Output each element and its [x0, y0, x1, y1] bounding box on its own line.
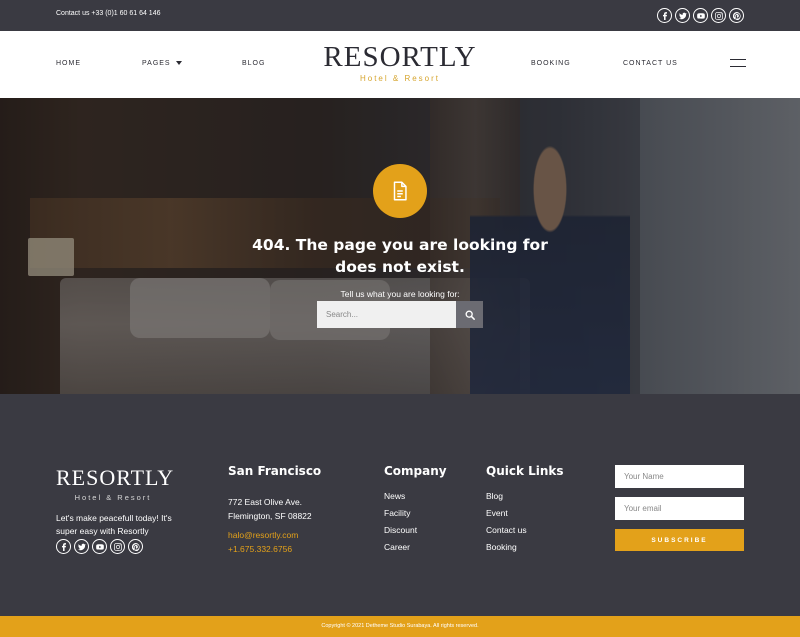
nav-blog[interactable]: BLOG	[242, 60, 265, 67]
footer: RESORTLY Hotel & Resort Let's make peace…	[0, 394, 800, 616]
footer-link-blog[interactable]: Blog	[486, 490, 527, 507]
logo-name: RESORTLY	[323, 41, 477, 73]
youtube-icon[interactable]	[693, 8, 708, 23]
top-social-links	[657, 8, 744, 23]
footer-logo-name: RESORTLY	[56, 465, 175, 490]
facebook-icon[interactable]	[657, 8, 672, 23]
footer-link-news[interactable]: News	[384, 490, 417, 507]
footer-contact: halo@resortly.com +1.675.332.6756	[228, 528, 298, 556]
footer-email-link[interactable]: halo@resortly.com	[228, 528, 298, 542]
twitter-icon[interactable]	[74, 539, 89, 554]
search-button[interactable]	[456, 301, 483, 328]
error-title-line2: does not exist.	[335, 258, 465, 276]
footer-link-booking[interactable]: Booking	[486, 541, 527, 558]
search-icon	[465, 310, 475, 320]
footer-company-links: News Facility Discount Career	[384, 490, 417, 558]
footer-logo[interactable]: RESORTLY Hotel & Resort	[56, 465, 175, 503]
error-title: 404. The page you are looking for does n…	[240, 234, 560, 278]
error-title-line1: 404. The page you are looking for	[252, 236, 548, 254]
nav-pages-label: PAGES	[142, 60, 171, 67]
subscribe-email-field[interactable]	[615, 497, 744, 520]
subscribe-button[interactable]: SUBSCRIBE	[615, 529, 744, 551]
footer-quick-links: Blog Event Contact us Booking	[486, 490, 527, 558]
youtube-icon[interactable]	[92, 539, 107, 554]
nav-booking[interactable]: BOOKING	[531, 60, 571, 67]
footer-link-contact-us[interactable]: Contact us	[486, 524, 527, 541]
footer-link-discount[interactable]: Discount	[384, 524, 417, 541]
nav-home[interactable]: HOME	[56, 60, 81, 67]
instagram-icon[interactable]	[110, 539, 125, 554]
footer-tagline: Let's make peacefull today! It's super e…	[56, 512, 196, 538]
copyright-bar: Copyright © 2021 Detheme Studio Surabaya…	[0, 616, 800, 637]
footer-address: 772 East Olive Ave. Flemington, SF 08822	[228, 495, 312, 523]
search-form	[317, 301, 483, 328]
top-bar: Contact us +33 (0)1 60 61 64 146	[0, 0, 800, 31]
search-input[interactable]	[317, 301, 456, 328]
footer-link-career[interactable]: Career	[384, 541, 417, 558]
address-line2: Flemington, SF 08822	[228, 511, 312, 521]
search-label: Tell us what you are looking for:	[340, 289, 460, 299]
footer-company-title: Company	[384, 464, 447, 478]
chevron-down-icon	[175, 61, 182, 66]
pinterest-icon[interactable]	[128, 539, 143, 554]
hamburger-menu-icon[interactable]	[730, 59, 746, 67]
footer-logo-subtitle: Hotel & Resort	[74, 493, 152, 502]
facebook-icon[interactable]	[56, 539, 71, 554]
footer-quicklinks-title: Quick Links	[486, 464, 564, 478]
nav-contact-us[interactable]: CONTACT US	[623, 60, 678, 67]
subscribe-name-field[interactable]	[615, 465, 744, 488]
footer-link-facility[interactable]: Facility	[384, 507, 417, 524]
footer-sf-title: San Francisco	[228, 464, 322, 478]
top-contact-text: Contact us +33 (0)1 60 61 64 146	[56, 10, 161, 17]
pinterest-icon[interactable]	[729, 8, 744, 23]
nav-pages[interactable]: PAGES	[142, 60, 182, 67]
document-icon	[373, 164, 427, 218]
footer-tagline-line2: super easy with Resortly	[56, 526, 149, 536]
address-line1: 772 East Olive Ave.	[228, 497, 303, 507]
footer-social-links	[56, 539, 143, 554]
logo-subtitle: Hotel & Resort	[359, 74, 441, 83]
footer-tagline-line1: Let's make peacefull today! It's	[56, 513, 172, 523]
footer-link-event[interactable]: Event	[486, 507, 527, 524]
instagram-icon[interactable]	[711, 8, 726, 23]
site-logo[interactable]: RESORTLY Hotel & Resort	[300, 42, 500, 83]
main-header: HOME PAGES BLOG RESORTLY Hotel & Resort …	[0, 31, 800, 98]
footer-phone-link[interactable]: +1.675.332.6756	[228, 542, 298, 556]
twitter-icon[interactable]	[675, 8, 690, 23]
